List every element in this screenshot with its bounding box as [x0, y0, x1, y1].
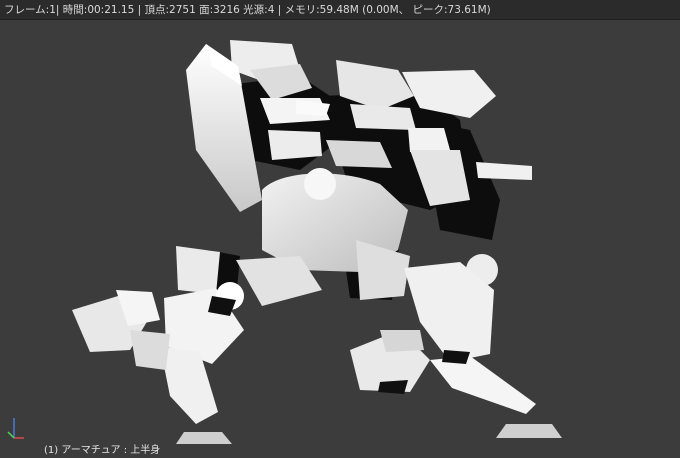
robot-model[interactable]: [0, 20, 680, 458]
foot-plate-right: [496, 424, 562, 438]
axis-gizmo-icon: [7, 418, 24, 439]
upper-body: [230, 40, 532, 180]
left-leg: [72, 246, 322, 424]
info-header: フレーム:1| 時間:00:21.15 | 頂点:2751 面:3216 光源:…: [0, 0, 680, 20]
shoulder-joint: [304, 168, 336, 200]
scene-stats: フレーム:1| 時間:00:21.15 | 頂点:2751 面:3216 光源:…: [4, 4, 491, 16]
active-object-label: (1) アーマチュア : 上半身: [44, 445, 161, 456]
3d-viewport[interactable]: フレーム:1| 時間:00:21.15 | 頂点:2751 面:3216 光源:…: [0, 0, 680, 458]
right-forearm: [356, 240, 410, 300]
foot-plate-left: [176, 432, 232, 444]
